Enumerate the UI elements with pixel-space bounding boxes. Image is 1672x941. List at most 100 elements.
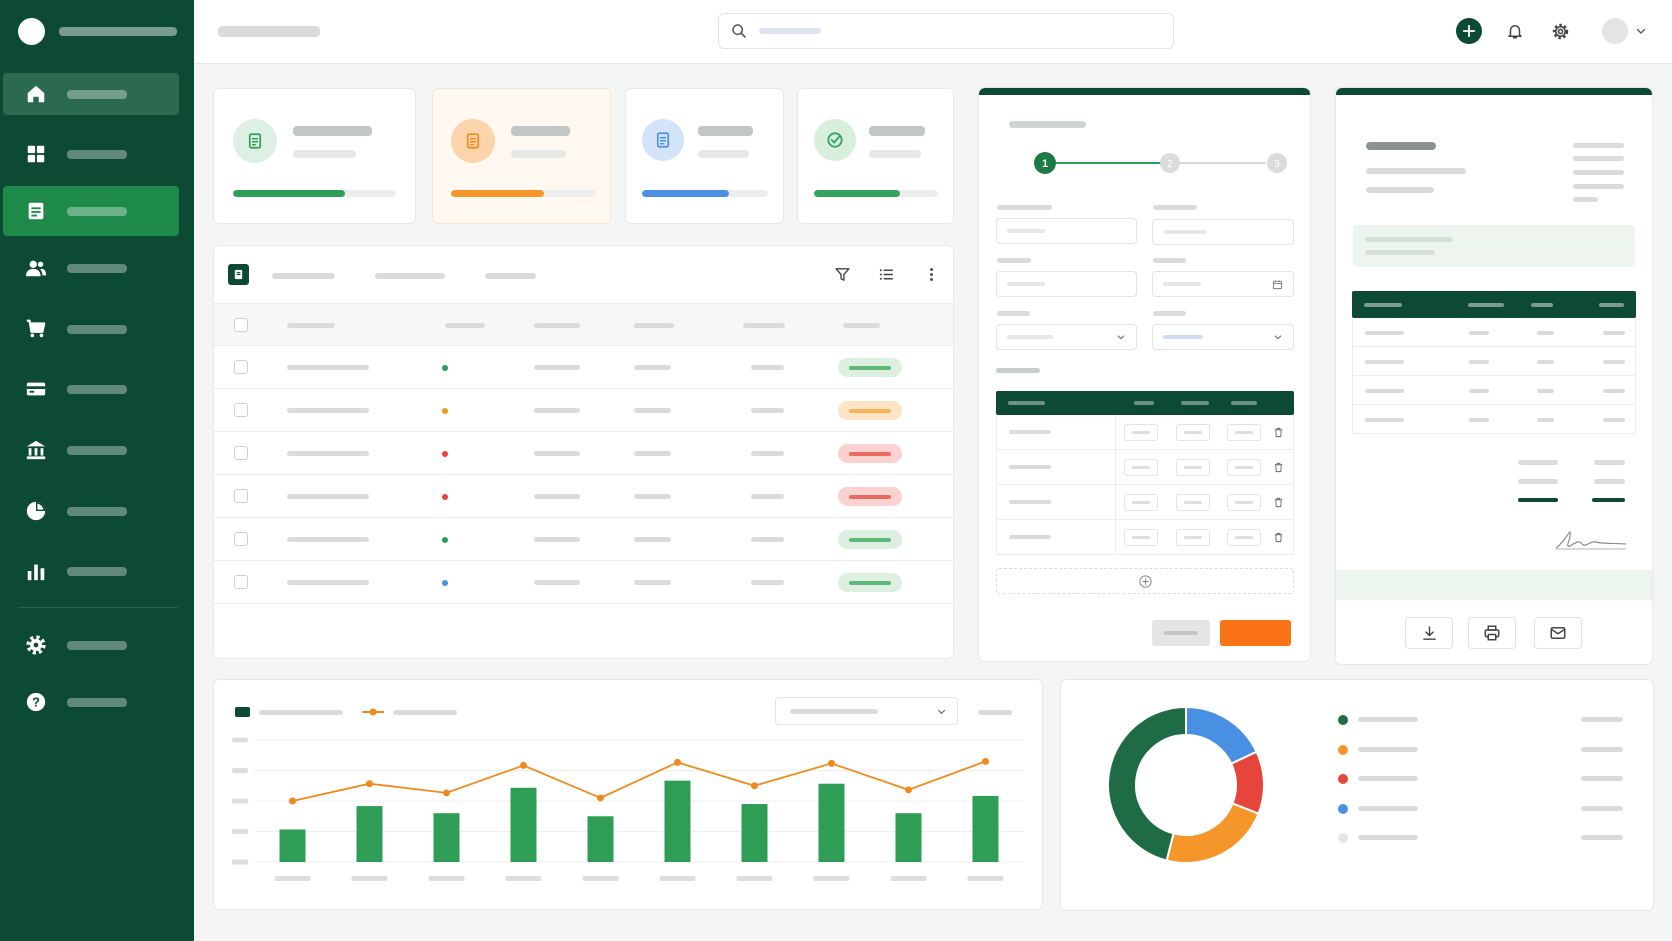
save-button[interactable]	[1220, 620, 1291, 646]
sidebar-item-reports[interactable]	[3, 490, 179, 532]
column-header[interactable]	[445, 323, 485, 328]
line-point	[366, 780, 373, 788]
bar	[972, 795, 999, 862]
table-row[interactable]	[214, 432, 953, 475]
calendar-icon[interactable]	[1272, 279, 1283, 290]
rate-input[interactable]	[1176, 459, 1210, 476]
tab-paid[interactable]	[485, 273, 536, 279]
stat-progress	[814, 190, 938, 197]
row-checkbox[interactable]	[234, 489, 248, 503]
line-item-row[interactable]	[996, 415, 1294, 450]
search-input[interactable]	[718, 13, 1174, 49]
list-icon[interactable]	[878, 266, 895, 283]
table-row[interactable]	[214, 561, 953, 604]
sidebar-item-banking[interactable]	[3, 429, 179, 471]
filter-icon[interactable]	[834, 266, 851, 283]
qty-input[interactable]	[1124, 424, 1158, 441]
stat-card-highlighted[interactable]	[432, 88, 611, 224]
trash-icon[interactable]	[1273, 427, 1284, 438]
amount-input[interactable]	[1227, 494, 1261, 511]
qty-input[interactable]	[1124, 494, 1158, 511]
customer-field[interactable]	[1152, 219, 1294, 245]
sidebar-item-dashboard[interactable]	[3, 133, 179, 175]
brand[interactable]	[18, 18, 177, 45]
sidebar-item-label	[67, 697, 127, 707]
issue-date-field[interactable]	[996, 271, 1137, 297]
notifications-button[interactable]	[1502, 18, 1528, 44]
row-checkbox[interactable]	[234, 360, 248, 374]
qty-input[interactable]	[1124, 459, 1158, 476]
status-badge	[838, 573, 902, 592]
step-2[interactable]: 2	[1167, 159, 1173, 170]
chart-option[interactable]	[978, 710, 1012, 715]
row-checkbox[interactable]	[234, 575, 248, 589]
cell	[534, 408, 580, 413]
stat-card[interactable]	[213, 88, 416, 224]
print-button[interactable]	[1468, 617, 1516, 649]
period-select[interactable]	[775, 697, 958, 725]
rate-input[interactable]	[1176, 424, 1210, 441]
tax-value	[1594, 479, 1625, 484]
column-header[interactable]	[287, 323, 335, 328]
currency-select[interactable]	[996, 324, 1137, 350]
amount-input[interactable]	[1227, 424, 1261, 441]
invoice-number-field[interactable]	[996, 218, 1137, 244]
stat-card[interactable]	[797, 88, 954, 224]
row-checkbox[interactable]	[234, 403, 248, 417]
add-line-button[interactable]	[996, 568, 1294, 594]
trash-icon[interactable]	[1273, 497, 1284, 508]
chevron-down-icon[interactable]	[1635, 25, 1647, 37]
tab-pending[interactable]	[375, 273, 445, 279]
qty-input[interactable]	[1124, 529, 1158, 546]
sidebar-item-orders[interactable]	[3, 308, 179, 350]
download-button[interactable]	[1405, 617, 1453, 649]
legend-value	[1581, 746, 1623, 752]
x-tick-label	[351, 876, 388, 881]
line-point	[597, 794, 604, 802]
line-item-row[interactable]	[996, 450, 1294, 485]
table-row[interactable]	[214, 346, 953, 389]
sidebar-item-invoices[interactable]	[3, 186, 179, 236]
status-badge	[838, 530, 902, 549]
row-checkbox[interactable]	[234, 446, 248, 460]
rate-input[interactable]	[1176, 494, 1210, 511]
more-vertical-icon[interactable]	[923, 266, 940, 283]
table-row[interactable]	[214, 518, 953, 561]
amount-input[interactable]	[1227, 459, 1261, 476]
row-checkbox[interactable]	[234, 532, 248, 546]
column-header[interactable]	[534, 323, 580, 328]
table-row[interactable]	[214, 389, 953, 432]
rate-input[interactable]	[1176, 529, 1210, 546]
sidebar-item-settings[interactable]	[3, 624, 179, 666]
email-button[interactable]	[1534, 617, 1582, 649]
sidebar-item-customers[interactable]	[3, 247, 179, 289]
add-button[interactable]	[1456, 18, 1482, 44]
column-header[interactable]	[634, 323, 674, 328]
amount-input[interactable]	[1227, 529, 1261, 546]
cancel-button[interactable]	[1152, 620, 1210, 646]
line-item-row[interactable]	[996, 485, 1294, 520]
settings-button[interactable]	[1547, 18, 1573, 44]
line-point	[674, 758, 681, 766]
avatar[interactable]	[1602, 18, 1628, 44]
select-all-checkbox[interactable]	[234, 318, 248, 332]
trash-icon[interactable]	[1273, 532, 1284, 543]
legend-label	[1358, 717, 1418, 722]
line-item-row[interactable]	[996, 520, 1294, 555]
due-date-field[interactable]	[1152, 271, 1294, 297]
step-3[interactable]: 3	[1274, 159, 1280, 170]
grid-icon	[27, 145, 45, 163]
table-row[interactable]	[214, 475, 953, 518]
tab-all[interactable]	[272, 273, 335, 279]
sidebar-item-analytics[interactable]	[3, 550, 179, 592]
legend-line-label	[393, 710, 457, 715]
sidebar-item-help[interactable]: ?	[3, 681, 179, 723]
column-header[interactable]	[843, 323, 880, 328]
sidebar-item-home[interactable]	[3, 73, 179, 115]
payment-terms-select[interactable]	[1152, 324, 1294, 350]
column-header[interactable]	[743, 323, 785, 328]
trash-icon[interactable]	[1273, 462, 1284, 473]
sidebar-item-payments[interactable]	[3, 368, 179, 410]
stat-card[interactable]	[625, 88, 784, 224]
step-1[interactable]: 1	[1042, 158, 1048, 170]
